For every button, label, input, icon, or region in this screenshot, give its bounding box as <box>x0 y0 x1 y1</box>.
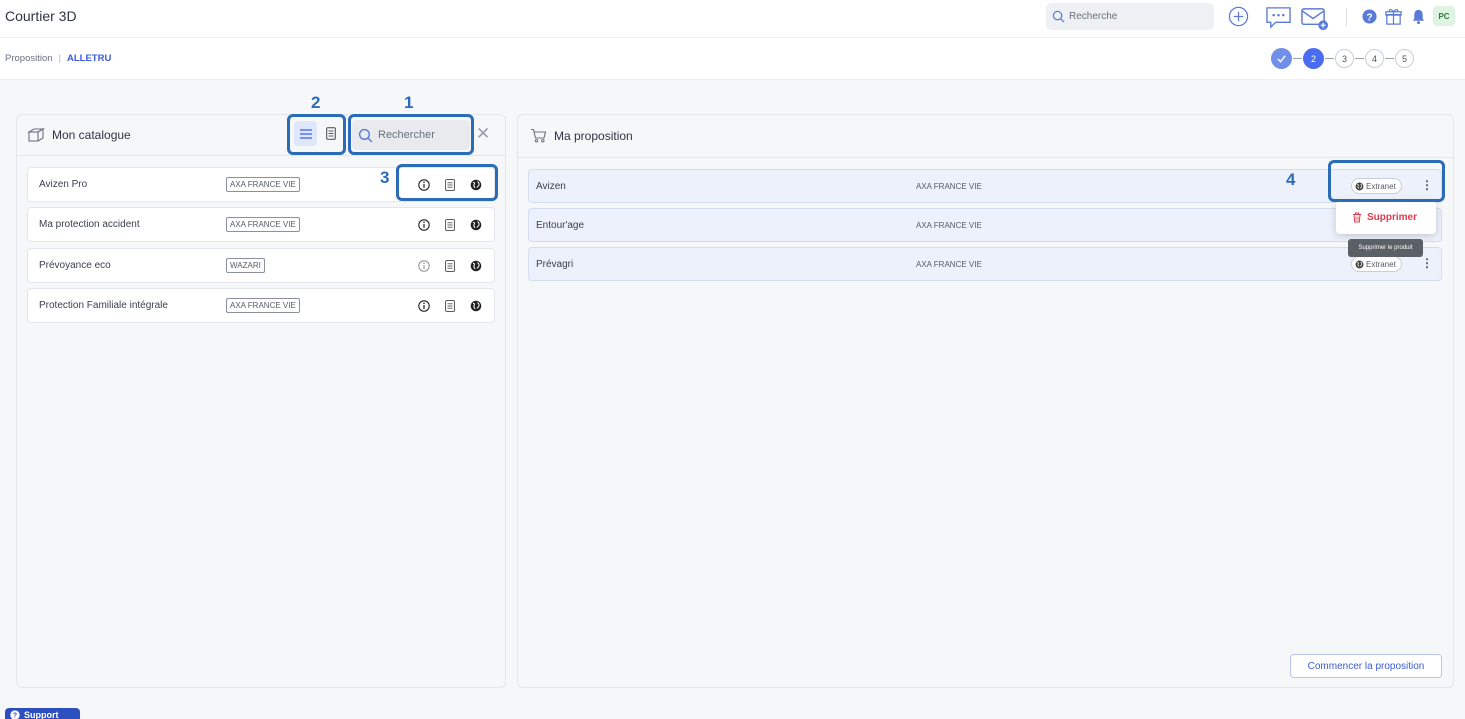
check-icon <box>1277 55 1286 63</box>
catalog-item-company: AXA FRANCE VIE <box>226 177 300 192</box>
proposition-item-company: AXA FRANCE VIE <box>916 221 982 230</box>
proposition-divider <box>518 157 1453 158</box>
step-connector <box>1325 58 1334 59</box>
catalog-item-actions <box>417 259 483 273</box>
search-icon <box>1052 10 1065 23</box>
clear-search-icon[interactable]: ✕ <box>476 124 490 144</box>
annotation-number-1: 1 <box>404 93 414 112</box>
extranet-badge[interactable]: Extranet <box>1351 256 1402 272</box>
start-proposition-button[interactable]: Commencer la proposition <box>1290 654 1442 678</box>
breadcrumb-client[interactable]: ALLETRU <box>67 53 111 64</box>
document-icon[interactable] <box>443 218 457 232</box>
gift-icon[interactable] <box>1383 6 1403 26</box>
annotation-box-1 <box>348 114 474 155</box>
breadcrumb-section[interactable]: Proposition <box>5 53 53 64</box>
bell-icon[interactable] <box>1409 7 1427 25</box>
svg-text:?: ? <box>1366 12 1372 23</box>
chat-icon[interactable] <box>1264 4 1292 30</box>
annotation-number-4: 4 <box>1286 170 1296 189</box>
step-5[interactable]: 5 <box>1395 49 1414 68</box>
catalog-item[interactable]: Ma protection accident AXA FRANCE VIE <box>27 207 495 242</box>
breadcrumb: Proposition | ALLETRU <box>5 53 111 64</box>
step-3[interactable]: 3 <box>1335 49 1354 68</box>
proposition-item-name: Avizen <box>536 181 566 192</box>
delete-menu-item[interactable]: Supprimer <box>1367 212 1417 223</box>
globe-icon <box>1355 260 1364 268</box>
step-1[interactable] <box>1271 48 1292 69</box>
proposition-item-company: AXA FRANCE VIE <box>916 182 982 191</box>
mail-add-icon[interactable] <box>1299 4 1329 32</box>
annotation-box-2 <box>287 114 346 155</box>
annotation-number-3: 3 <box>380 168 390 187</box>
top-bar: Courtier 3D Recherche ? PC <box>0 0 1465 38</box>
proposition-title: Ma proposition <box>554 128 633 143</box>
extranet-label: Extranet <box>1366 259 1396 269</box>
box-icon <box>27 128 45 142</box>
proposition-item[interactable]: Avizen AXA FRANCE VIE Extranet ⋮ <box>528 169 1442 203</box>
catalog-divider <box>17 155 505 156</box>
stepper: 2 3 4 5 <box>1271 48 1414 69</box>
breadcrumb-bar: Proposition | ALLETRU <box>0 38 1465 80</box>
catalog-item-company: WAZARI <box>226 258 265 273</box>
cart-icon <box>531 128 547 143</box>
step-2[interactable]: 2 <box>1303 48 1324 69</box>
proposition-item[interactable]: Prévagri AXA FRANCE VIE Extranet ⋮ <box>528 247 1442 281</box>
info-icon[interactable] <box>417 218 431 232</box>
support-label: Support <box>24 710 59 719</box>
catalog-item-company: AXA FRANCE VIE <box>226 298 300 313</box>
globe-icon[interactable] <box>469 299 483 313</box>
delete-tooltip: Supprimer le produit <box>1348 239 1423 257</box>
globe-icon[interactable] <box>469 259 483 273</box>
add-circle-icon[interactable] <box>1227 5 1249 27</box>
globe-icon[interactable] <box>469 218 483 232</box>
more-options-icon[interactable]: ⋮ <box>1421 255 1433 271</box>
row-actions-menu[interactable]: Supprimer <box>1336 201 1436 234</box>
step-connector <box>1385 58 1394 59</box>
catalog-item-company: AXA FRANCE VIE <box>226 217 300 232</box>
catalog-title: Mon catalogue <box>52 127 131 142</box>
global-search-placeholder: Recherche <box>1069 11 1118 22</box>
document-icon[interactable] <box>443 259 457 273</box>
trash-icon <box>1353 212 1361 223</box>
proposition-item-name: Prévagri <box>536 259 574 270</box>
catalog-item-name: Ma protection accident <box>39 219 140 230</box>
annotation-box-4 <box>1328 160 1445 202</box>
proposition-item[interactable]: Entour'age AXA FRANCE VIE <box>528 208 1442 242</box>
annotation-number-2: 2 <box>311 93 321 112</box>
catalog-item[interactable]: Prévoyance eco WAZARI <box>27 248 495 283</box>
proposition-item-name: Entour'age <box>536 220 585 231</box>
proposition-item-company: AXA FRANCE VIE <box>916 260 982 269</box>
info-icon[interactable] <box>417 259 431 273</box>
svg-text:?: ? <box>13 713 17 719</box>
catalog-item-name: Protection Familiale intégrale <box>39 300 168 311</box>
step-connector <box>1293 58 1302 59</box>
help-icon[interactable]: ? <box>1361 8 1377 24</box>
toolbar-divider <box>1346 8 1347 26</box>
breadcrumb-separator: | <box>58 53 61 64</box>
app-title: Courtier 3D <box>5 8 77 24</box>
global-search-input[interactable]: Recherche <box>1046 3 1214 30</box>
support-button[interactable]: ? Support <box>5 708 80 719</box>
step-connector <box>1355 58 1364 59</box>
catalog-header: Mon catalogue <box>27 127 131 142</box>
catalog-item-actions <box>417 218 483 232</box>
info-icon[interactable] <box>417 299 431 313</box>
proposition-header: Ma proposition <box>530 128 633 143</box>
catalog-item[interactable]: Protection Familiale intégrale AXA FRANC… <box>27 288 495 323</box>
document-icon[interactable] <box>443 299 457 313</box>
step-4[interactable]: 4 <box>1365 49 1384 68</box>
catalog-item-name: Avizen Pro <box>39 179 88 190</box>
catalog-item-name: Prévoyance eco <box>39 260 111 271</box>
user-avatar[interactable]: PC <box>1433 6 1455 26</box>
annotation-box-3 <box>396 164 498 201</box>
catalog-item-actions <box>417 299 483 313</box>
help-icon: ? <box>10 710 20 719</box>
